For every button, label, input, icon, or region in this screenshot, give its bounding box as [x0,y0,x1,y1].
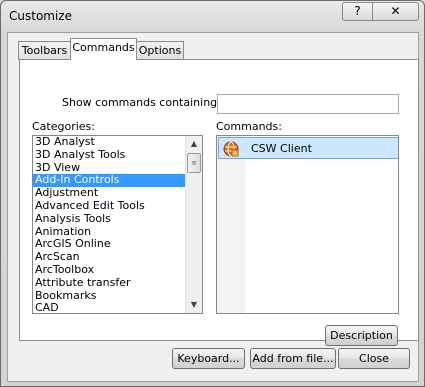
help-icon: ? [354,4,361,18]
categories-list[interactable]: 3D Analyst 3D Analyst Tools 3D View Add-… [32,135,203,314]
window-title: Customize [9,9,72,23]
keyboard-button[interactable]: Keyboard... [172,348,245,369]
tab-toolbars[interactable]: Toolbars [18,41,71,60]
commands-list[interactable]: CSW Client [216,135,399,314]
icon-gutter [217,136,245,313]
search-label: Show commands containing: [62,96,221,109]
add-from-file-button[interactable]: Add from file... [250,348,336,369]
commands-tab-panel: Show commands containing: Categories: Co… [19,59,419,346]
list-item[interactable]: 3D Analyst [33,136,202,149]
search-input[interactable] [217,94,399,114]
tab-commands[interactable]: Commands [70,38,137,60]
list-item[interactable]: Analysis Tools [33,212,202,226]
list-item[interactable]: CAD [33,302,202,313]
categories-scrollbar[interactable]: ▲ ≡ ▼ [185,136,202,313]
dialog-body: Toolbars Commands Options Show commands … [7,32,419,382]
description-button[interactable]: Description [325,325,398,346]
list-item[interactable]: 3D Analyst Tools [33,148,202,162]
help-button[interactable]: ? [342,2,373,21]
categories-label: Categories: [32,120,95,133]
list-item[interactable]: ArcToolbox [33,263,202,277]
title-bar: Customize ? ✕ [1,1,424,31]
customize-dialog: Customize ? ✕ Toolbars Commands Options … [0,0,425,387]
tab-label: Toolbars [21,44,68,57]
tab-options[interactable]: Options [136,41,184,60]
list-item[interactable]: Attribute transfer [33,276,202,290]
tab-label: Options [138,44,182,57]
csw-client-icon [223,141,239,157]
command-item-csw-client[interactable]: CSW Client [218,137,398,159]
scroll-up-arrow-icon[interactable]: ▲ [186,136,202,152]
close-button[interactable]: Close [338,348,410,369]
commands-label: Commands: [216,120,282,133]
command-label: CSW Client [251,142,312,155]
tab-label: Commands [72,41,135,54]
scroll-thumb[interactable]: ≡ [187,153,201,173]
window-close-button[interactable]: ✕ [372,2,419,21]
list-item[interactable]: Advanced Edit Tools [33,199,202,213]
close-icon: ✕ [390,4,401,18]
scroll-down-arrow-icon[interactable]: ▼ [186,297,202,313]
